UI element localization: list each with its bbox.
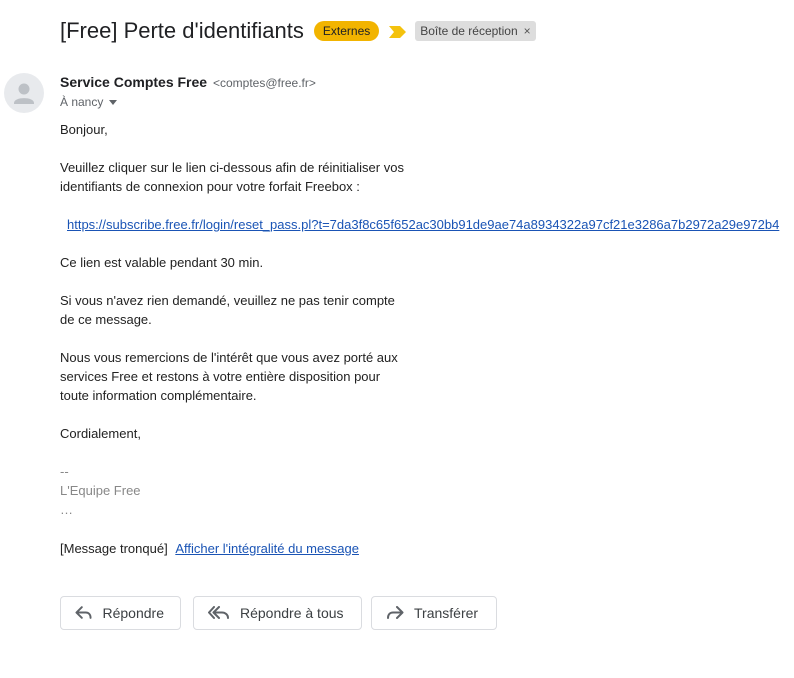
body-thanks-line3: toute information complémentaire. — [60, 388, 257, 403]
body-intro-line1: Veuillez cliquer sur le lien ci-dessous … — [60, 160, 404, 175]
sender-avatar[interactable] — [4, 73, 44, 113]
reset-password-link[interactable]: https://subscribe.free.fr/login/reset_pa… — [67, 217, 779, 232]
body-closing: Cordialement, — [60, 426, 141, 441]
body-thanks-line1: Nous vous remercions de l'intérêt que vo… — [60, 350, 398, 365]
sender-email: <comptes@free.fr> — [212, 76, 316, 90]
remove-label-icon[interactable]: × — [524, 23, 531, 39]
show-full-message-link[interactable]: Afficher l'intégralité du message — [175, 541, 359, 556]
reply-all-icon — [208, 606, 229, 619]
truncated-label: [Message tronqué] — [60, 541, 168, 556]
forward-button[interactable]: Transférer — [371, 596, 497, 630]
forward-icon — [387, 606, 404, 619]
sender-name[interactable]: Service Comptes Free — [60, 74, 207, 90]
caret-down-icon[interactable] — [109, 99, 118, 105]
body-validity: Ce lien est valable pendant 30 min. — [60, 255, 264, 270]
label-externes[interactable]: Externes — [313, 21, 380, 41]
reply-all-button[interactable]: Répondre à tous — [193, 596, 362, 630]
email-view: [Free] Perte d'identifiants Externes Boî… — [0, 0, 794, 678]
truncated-notice: [Message tronqué] Afficher l'intégralité… — [60, 539, 359, 558]
forward-button-label: Transférer — [414, 605, 479, 621]
signature-team: L'Equipe Free — [60, 483, 141, 498]
body-thanks-line2: services Free et restons à votre entière… — [60, 369, 381, 384]
reply-button-label: Répondre — [102, 605, 165, 621]
trimmed-content-ellipsis[interactable]: … — [60, 500, 73, 519]
email-subject: [Free] Perte d'identifiants — [60, 18, 304, 43]
recipient-label: À nancy — [60, 95, 104, 109]
label-inbox-text: Boîte de réception — [420, 24, 518, 38]
label-inbox[interactable]: Boîte de réception × — [415, 21, 536, 41]
sender-line: Service Comptes Free <comptes@free.fr> — [60, 74, 316, 90]
recipient-dropdown[interactable]: À nancy — [60, 95, 118, 109]
signature-dash: -- — [60, 464, 69, 479]
body-ignore-line1: Si vous n'avez rien demandé, veuillez ne… — [60, 293, 395, 308]
body-intro-line2: identifiants de connexion pour votre for… — [60, 179, 360, 194]
body-ignore-line2: de ce message. — [60, 312, 152, 327]
importance-marker-icon[interactable] — [389, 25, 407, 38]
body-greeting: Bonjour, — [60, 122, 108, 137]
reply-all-button-label: Répondre à tous — [240, 605, 344, 621]
reset-link-paragraph: https://subscribe.free.fr/login/reset_pa… — [67, 215, 779, 234]
reply-icon — [75, 606, 92, 619]
reply-button[interactable]: Répondre — [60, 596, 181, 630]
default-avatar-icon — [14, 83, 34, 104]
subject-row: [Free] Perte d'identifiants Externes Boî… — [60, 16, 536, 46]
